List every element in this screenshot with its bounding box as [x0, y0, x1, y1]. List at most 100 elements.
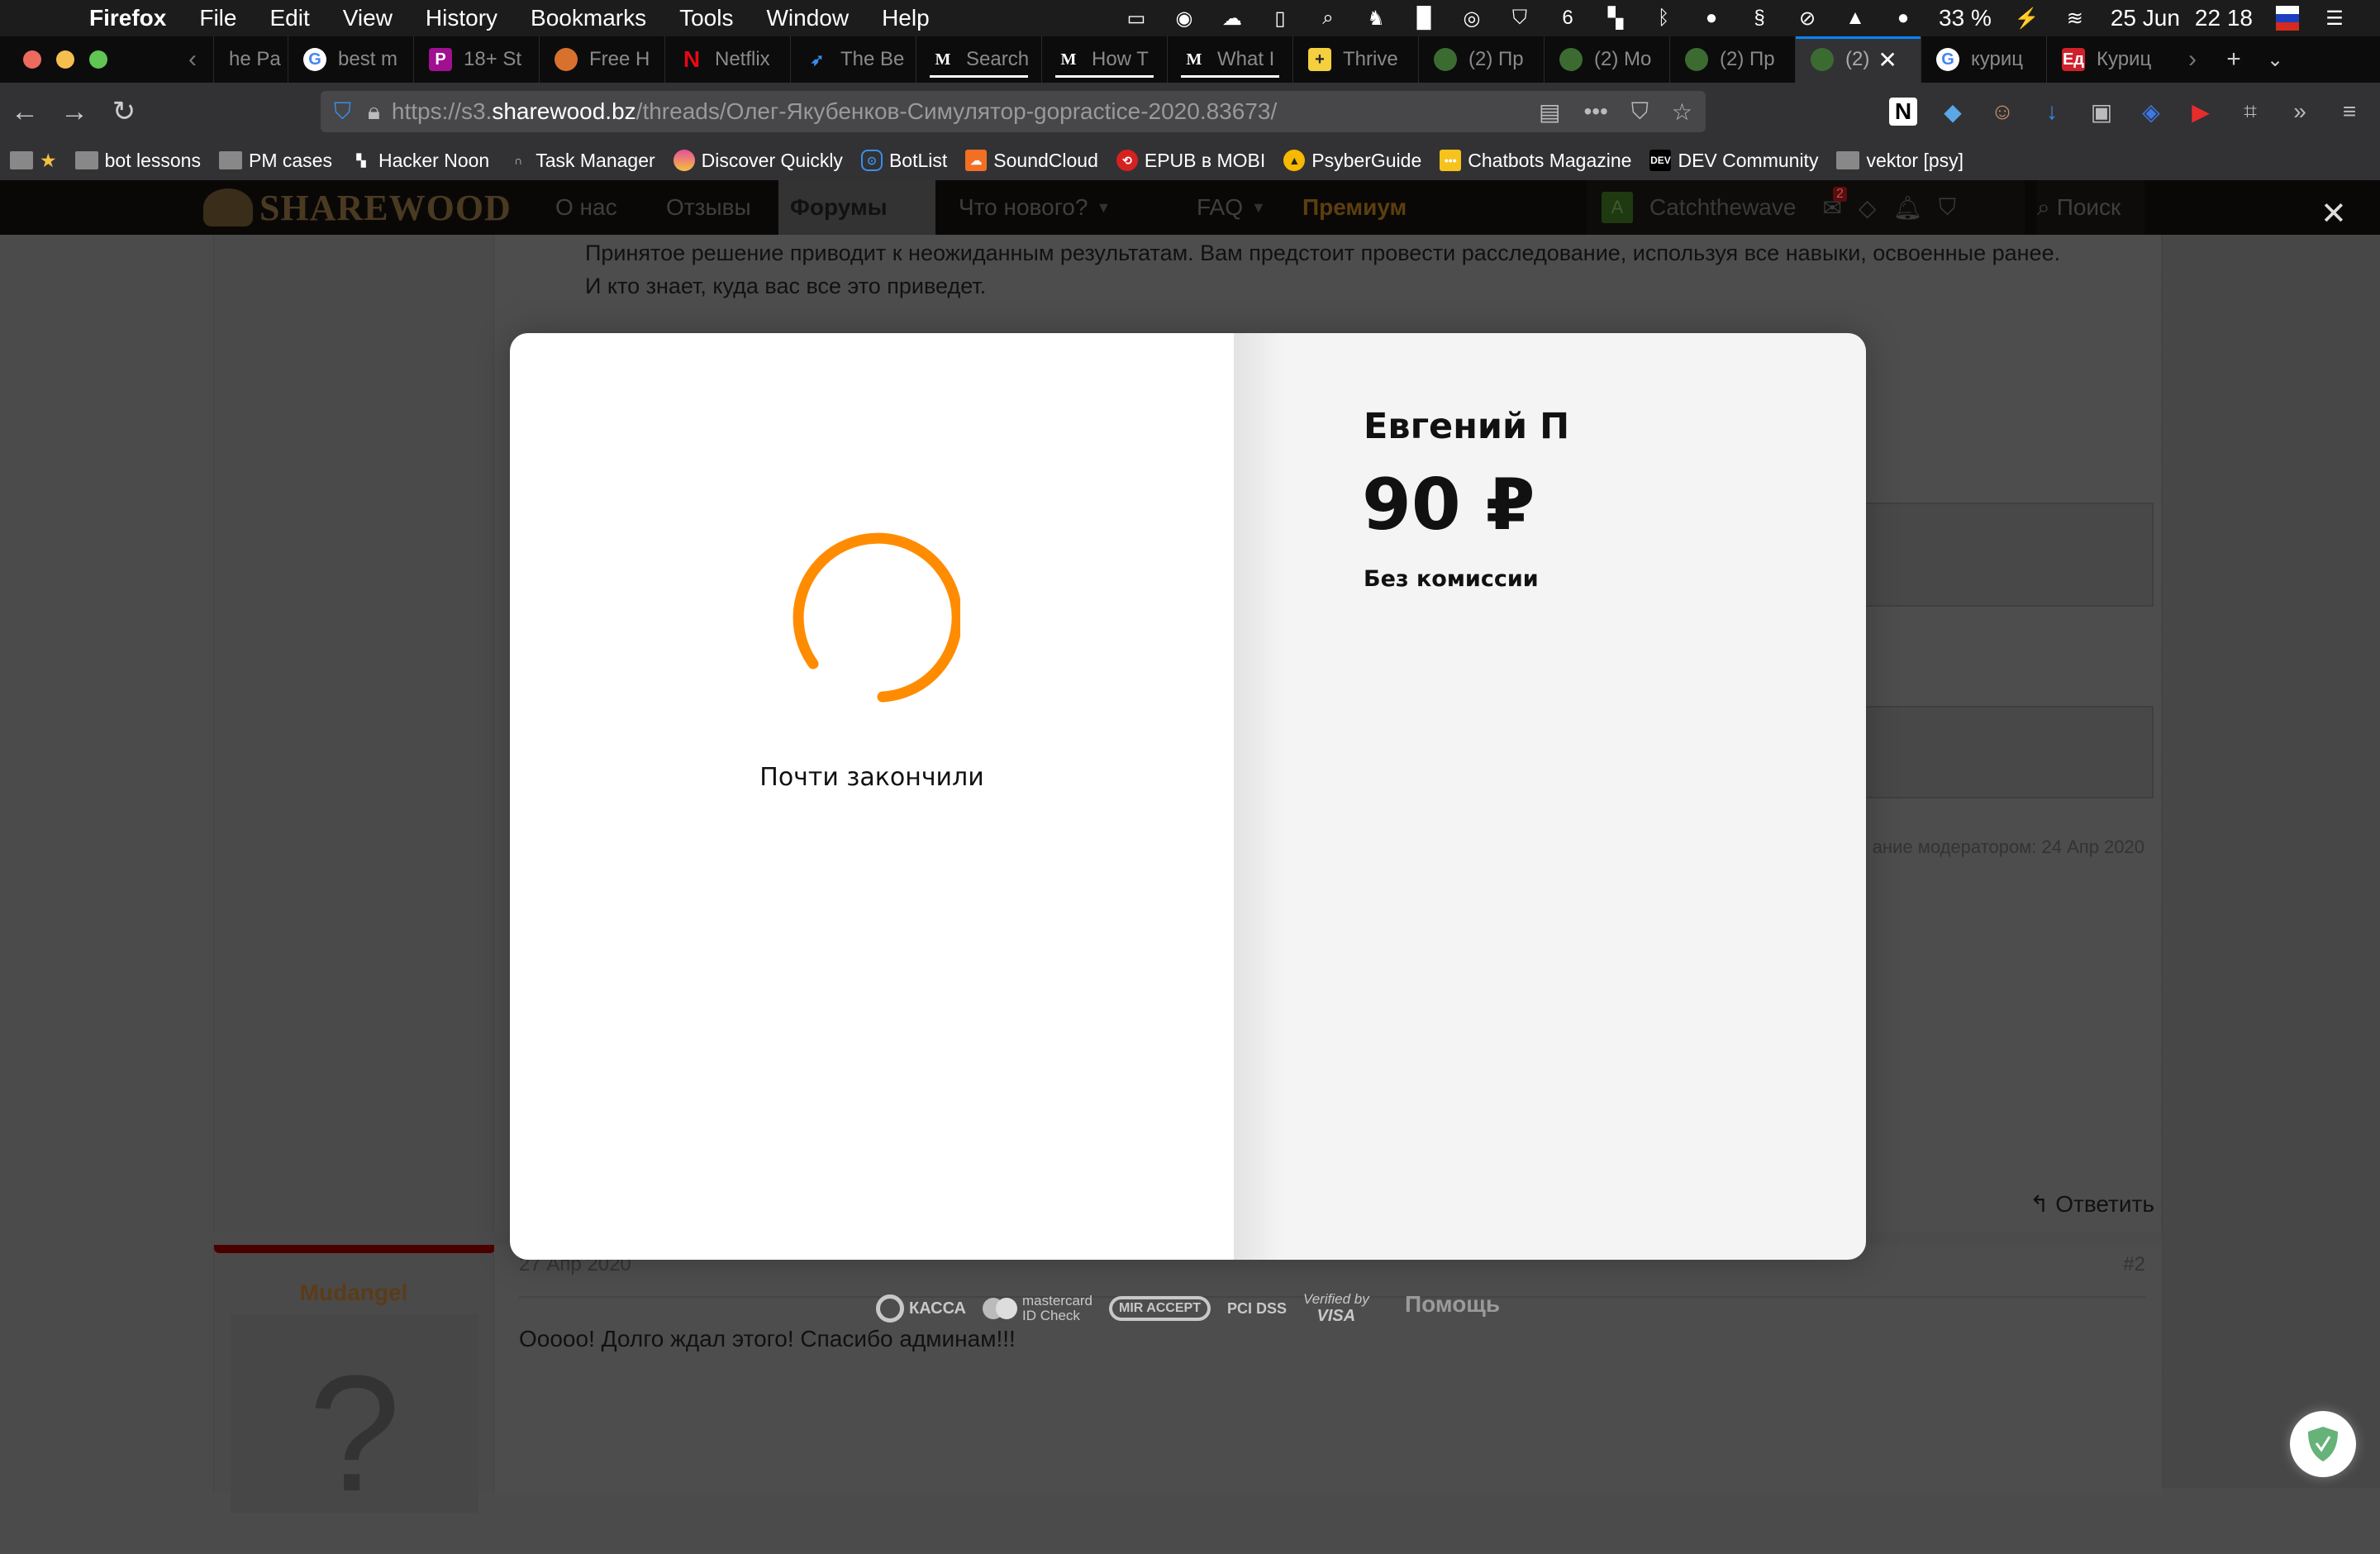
graduation-icon[interactable]: ◈: [2137, 98, 2165, 126]
vpn-icon[interactable]: ◎: [1459, 6, 1484, 31]
menu-edit[interactable]: Edit: [269, 5, 309, 31]
download-icon[interactable]: ↓: [2038, 98, 2066, 126]
bell-icon[interactable]: 🔔︎: [1892, 194, 1922, 222]
new-tab-button[interactable]: +: [2213, 45, 2254, 74]
pin-icon[interactable]: ◆: [1939, 98, 1967, 126]
chevron-down-icon[interactable]: ▼: [896, 199, 911, 217]
tab[interactable]: M How T: [1041, 36, 1167, 83]
date[interactable]: 25 Jun: [2111, 5, 2180, 31]
bookmark-item[interactable]: DEV DEV Community: [1649, 150, 1818, 172]
ghost-icon[interactable]: ☁: [1220, 6, 1245, 31]
bookmark-item[interactable]: ▚ Hacker Noon: [350, 150, 490, 172]
site-logo[interactable]: SHAREWOOD: [203, 188, 512, 228]
dot-icon[interactable]: ●: [1891, 6, 1916, 31]
avatar-extension-icon[interactable]: ☺: [1988, 98, 2016, 126]
bluetooth-icon[interactable]: ᛒ: [1651, 6, 1676, 31]
nav-faq[interactable]: FAQ ▼: [1197, 180, 1266, 235]
menu-history[interactable]: History: [426, 5, 497, 31]
phone-icon[interactable]: ▯: [1268, 6, 1292, 31]
close-overlay-button[interactable]: ✕: [2320, 198, 2347, 230]
notion-icon[interactable]: N: [1889, 98, 1917, 126]
minimize-window-button[interactable]: [56, 50, 74, 69]
tab[interactable]: ➶ The Be: [790, 36, 916, 83]
post2-username[interactable]: Mudangel: [214, 1280, 493, 1306]
list-all-tabs-button[interactable]: ⌄: [2254, 48, 2296, 72]
link-icon[interactable]: ⊘: [1795, 6, 1820, 31]
page-actions-icon[interactable]: •••: [1583, 98, 1607, 126]
close-window-button[interactable]: [23, 50, 41, 69]
reply-button[interactable]: ↰ Ответить: [2030, 1190, 2154, 1218]
bookmark-item[interactable]: bot lessons: [74, 150, 201, 172]
tab[interactable]: Ед Куриц: [2046, 36, 2172, 83]
nav-reviews[interactable]: Отзывы: [666, 180, 751, 235]
tab[interactable]: (2) Пр: [1669, 36, 1795, 83]
tab[interactable]: (2) Пр: [1418, 36, 1544, 83]
menu-view[interactable]: View: [343, 5, 393, 31]
overflow-icon[interactable]: »: [2286, 98, 2314, 126]
youtube-icon[interactable]: ▶: [2187, 98, 2215, 126]
search-icon[interactable]: ⌕: [1316, 6, 1340, 31]
tracking-protection-icon[interactable]: ⛉: [334, 98, 351, 126]
nav-about[interactable]: О нас: [555, 180, 617, 235]
tab[interactable]: + Thrive: [1292, 36, 1418, 83]
mountain-icon[interactable]: ▲: [1843, 6, 1868, 31]
chevron-down-icon[interactable]: ▼: [1096, 199, 1111, 217]
hamburger-menu-icon[interactable]: ≡: [2335, 98, 2363, 126]
diamond-icon[interactable]: ◇: [1859, 194, 1877, 222]
crop-icon[interactable]: ⌗: [2236, 98, 2264, 126]
wifi-icon[interactable]: ≋: [2063, 6, 2087, 31]
tab[interactable]: Gbest m: [288, 36, 413, 83]
bookmark-item[interactable]: ⟲ EPUB в MOBI: [1116, 150, 1265, 172]
nav-whats-new[interactable]: Что нового? ▼: [959, 180, 1111, 235]
url-bar[interactable]: ⛉ 🔒︎ https://s3. sharewood.bz/threads/Оле…: [321, 91, 1706, 132]
post2-number[interactable]: #2: [2123, 1253, 2145, 1276]
dot-icon[interactable]: ●: [1699, 6, 1724, 31]
tabs-scroll-right-button[interactable]: ›: [2172, 45, 2213, 74]
tab[interactable]: M Search: [916, 36, 1041, 83]
time[interactable]: 22 18: [2195, 5, 2253, 31]
back-button[interactable]: ←: [0, 96, 50, 128]
display-icon[interactable]: ▭: [1124, 6, 1149, 31]
help-link[interactable]: Помощь: [1405, 1291, 1500, 1318]
elephant-icon[interactable]: ♞: [1364, 6, 1388, 31]
tab-active[interactable]: (2) ✕: [1795, 36, 1921, 83]
chevron-down-icon[interactable]: ▼: [1251, 199, 1266, 217]
shazam-icon[interactable]: §: [1747, 6, 1772, 31]
tabs-scroll-left-button[interactable]: ‹: [172, 45, 213, 74]
shield-icon[interactable]: ⛉: [1939, 194, 1956, 222]
lock-icon[interactable]: 🔒︎: [368, 98, 380, 126]
reload-button[interactable]: ↻: [99, 95, 149, 128]
nav-premium[interactable]: Премиум: [1302, 180, 1407, 235]
bookmark-folder-starred[interactable]: ★: [10, 150, 57, 172]
list-icon[interactable]: ☰: [2322, 6, 2347, 31]
lamp-icon[interactable]: ▚: [1603, 6, 1628, 31]
flag-ru-icon[interactable]: [2276, 6, 2299, 31]
tab[interactable]: he Pa: [213, 36, 288, 83]
battery-percent[interactable]: 33 %: [1939, 5, 1992, 31]
siri-icon[interactable]: ◉: [1172, 6, 1197, 31]
bookmark-star-icon[interactable]: ☆: [1672, 98, 1692, 126]
forward-button[interactable]: →: [50, 96, 99, 128]
reader-view-icon[interactable]: ▤: [1539, 98, 1560, 126]
site-search-button[interactable]: ⌕ Поиск: [2037, 180, 2144, 235]
bookmark-item[interactable]: Discover Quickly: [673, 150, 843, 172]
bookmark-item[interactable]: ∩ Task Manager: [507, 150, 655, 172]
menu-file[interactable]: File: [199, 5, 236, 31]
tab[interactable]: N Netflix: [664, 36, 790, 83]
bookmark-item[interactable]: PM cases: [218, 150, 332, 172]
tab[interactable]: P 18+ St: [413, 36, 539, 83]
adguard-button[interactable]: [2290, 1411, 2356, 1477]
nav-forums[interactable]: Форумы ▼: [778, 180, 935, 235]
menu-tools[interactable]: Tools: [679, 5, 733, 31]
bookmark-item[interactable]: ▲ PsyberGuide: [1283, 150, 1421, 172]
user-menu[interactable]: A Catchthewave 2 ✉ ◇ 🔔︎ ⛉: [1587, 180, 2025, 235]
post2-avatar[interactable]: ?: [231, 1314, 478, 1526]
battery-icon[interactable]: ⚡: [2015, 6, 2040, 31]
menu-app-firefox[interactable]: Firefox: [89, 5, 166, 31]
six-icon[interactable]: 6: [1555, 6, 1580, 31]
tab[interactable]: (2) Mo: [1544, 36, 1669, 83]
pause-icon[interactable]: ▐▌: [1410, 6, 1438, 31]
close-tab-icon[interactable]: ✕: [1878, 46, 1897, 74]
bookmark-item[interactable]: ••• Chatbots Magazine: [1440, 150, 1631, 172]
shield-check-icon[interactable]: ⛉: [1507, 6, 1532, 31]
